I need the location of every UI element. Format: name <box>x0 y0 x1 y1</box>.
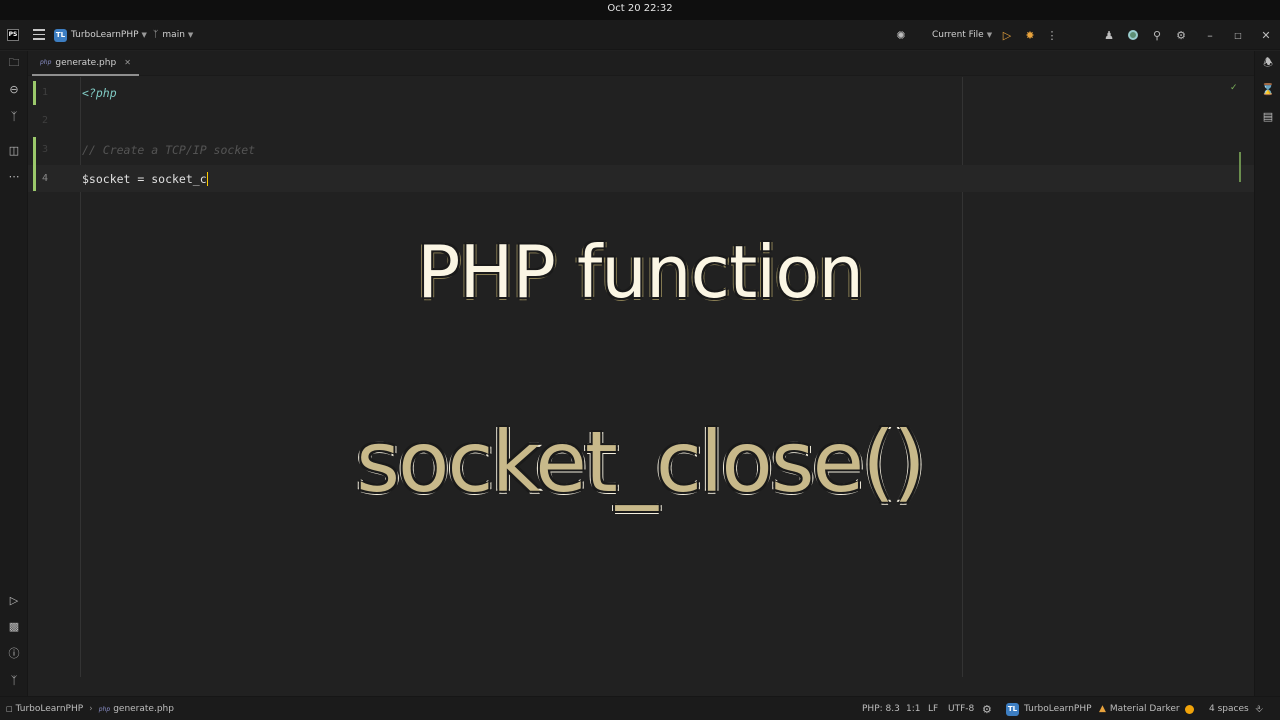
search-icon[interactable]: ⚲ <box>1150 28 1164 42</box>
project-indicator[interactable]: TL TurboLearnPHP <box>1006 697 1092 720</box>
line-number: 2 <box>41 115 48 126</box>
git-icon[interactable]: ᛉ <box>7 673 21 687</box>
close-window-icon[interactable]: ✕ <box>1259 28 1273 42</box>
problems-icon[interactable]: ⓘ <box>7 646 21 660</box>
user-icon[interactable]: ♟ <box>1102 28 1116 42</box>
code-comment: // Create a TCP/IP socket <box>82 143 256 157</box>
chevron-down-icon: ▼ <box>187 31 194 39</box>
breadcrumb-separator-icon: › <box>89 704 93 714</box>
ai-assistant-icon[interactable] <box>1126 28 1140 42</box>
branch-selector[interactable]: ᛉ main ▼ <box>153 20 193 50</box>
debug-icon[interactable]: ✸ <box>1023 28 1037 42</box>
code-editor[interactable]: ✓ 1 <?php 2 3 // Create a TCP/IP socket … <box>28 77 1254 677</box>
os-clock[interactable]: Oct 20 22:32 <box>0 3 1280 14</box>
chevron-down-icon: ▼ <box>986 31 993 39</box>
branch-name: main <box>162 30 185 40</box>
material-theme-icon: ▲ <box>1099 704 1106 714</box>
code-line: 2 <box>28 107 1254 134</box>
theme-indicator[interactable]: ▲ Material Darker <box>1099 697 1180 720</box>
project-selector[interactable]: TL TurboLearnPHP ▼ <box>54 20 147 50</box>
php-version[interactable]: PHP: 8.3 <box>862 697 900 720</box>
tab-label: generate.php <box>55 57 117 68</box>
overlay-title: PHP function <box>417 230 864 314</box>
structure-icon[interactable]: ◫ <box>7 143 21 157</box>
line-number: 1 <box>41 87 48 98</box>
left-tool-strip: 🗀 ⊖ ᛉ ◫ ⋯ ▷ ▩ ⓘ ᛉ <box>0 51 28 696</box>
chevron-down-icon: ▼ <box>141 31 147 39</box>
tab-generate-php[interactable]: php generate.php ✕ <box>32 51 139 76</box>
indent-setting[interactable]: 4 spaces <box>1209 697 1249 720</box>
main-toolbar: PS TL TurboLearnPHP ▼ ᛉ main ▼ ✺ Current… <box>0 20 1280 50</box>
status-indicator[interactable] <box>1185 697 1194 720</box>
main-menu-icon[interactable] <box>33 29 45 41</box>
line-separator[interactable]: LF <box>928 697 938 720</box>
code-line: 1 <?php <box>28 79 1254 106</box>
php-file-icon: php <box>40 59 52 66</box>
more-actions-icon[interactable]: ⋮ <box>1045 28 1059 42</box>
code-text: $socket = socket_c <box>82 172 207 186</box>
project-folder-icon[interactable]: 🗀 <box>7 56 21 70</box>
commit-icon[interactable]: ⊖ <box>7 82 21 96</box>
breadcrumb-project[interactable]: TurboLearnPHP <box>16 704 84 714</box>
debug-bug-icon[interactable]: ✺ <box>894 28 908 42</box>
run-config-label: Current File <box>932 30 984 40</box>
git-branch-icon: ᛉ <box>153 30 159 40</box>
code-line-current: 4 $socket = socket_c <box>28 165 1254 192</box>
cursor-position[interactable]: 1:1 <box>906 697 920 720</box>
database-icon[interactable]: ▤ <box>1261 109 1275 123</box>
right-tool-strip: 🕭 ⌛ ▤ <box>1254 51 1280 696</box>
php-file-icon: php <box>98 705 111 713</box>
project-name: TurboLearnPHP <box>71 30 139 40</box>
minimize-window-icon[interactable]: – <box>1203 28 1217 42</box>
ide-logo-icon[interactable]: PS <box>7 29 19 41</box>
theme-name: Material Darker <box>1109 704 1180 714</box>
editor-tab-bar: php generate.php ✕ <box>28 51 1254 76</box>
run-tool-icon[interactable]: ▷ <box>7 593 21 607</box>
code-style-gear-icon[interactable]: ⚙ <box>982 697 992 720</box>
run-icon[interactable]: ▷ <box>1000 28 1014 42</box>
ai-assistant-spiral-icon[interactable]: ⌛ <box>1261 82 1275 96</box>
module-icon: □ <box>6 705 13 713</box>
code-line: 3 // Create a TCP/IP socket <box>28 136 1254 163</box>
project-badge: TL <box>54 28 67 42</box>
pull-requests-icon[interactable]: ᛉ <box>7 109 21 123</box>
breadcrumb-file[interactable]: generate.php <box>113 704 174 714</box>
project-badge: TL <box>1006 702 1019 716</box>
run-configuration-selector[interactable]: Current File ▼ <box>932 20 992 50</box>
status-dot-icon <box>1185 704 1194 714</box>
overlay-function-name: socket_close() <box>356 413 926 511</box>
maximize-window-icon[interactable]: □ <box>1231 28 1245 42</box>
terminal-icon[interactable]: ▩ <box>7 619 21 633</box>
breadcrumb: □ TurboLearnPHP › php generate.php <box>6 697 174 720</box>
text-caret <box>206 172 208 186</box>
close-tab-icon[interactable]: ✕ <box>124 58 131 67</box>
settings-gear-icon[interactable]: ⚙ <box>1174 28 1188 42</box>
more-tools-icon[interactable]: ⋯ <box>7 169 21 183</box>
code-text-current: $socket = socket_c <box>82 172 208 186</box>
line-number: 3 <box>41 144 48 155</box>
line-number: 4 <box>41 173 48 184</box>
project-name: TurboLearnPHP <box>1024 704 1092 714</box>
status-bar: □ TurboLearnPHP › php generate.php PHP: … <box>0 696 1280 720</box>
os-top-bar: Oct 20 22:32 <box>0 0 1280 20</box>
code-text: <?php <box>82 86 117 100</box>
file-encoding[interactable]: UTF-8 <box>948 697 974 720</box>
notifications-bell-icon[interactable]: 🕭 <box>1261 56 1275 70</box>
read-only-toggle-icon[interactable]: ⎀ <box>1255 697 1263 720</box>
